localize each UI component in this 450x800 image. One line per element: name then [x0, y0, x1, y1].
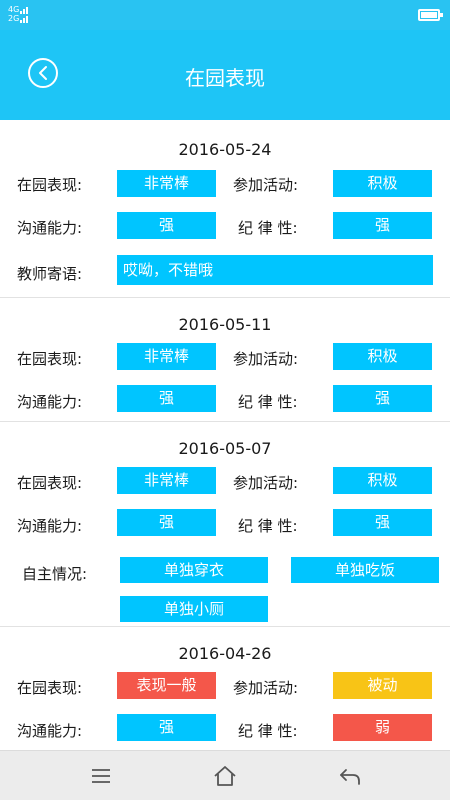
performance-label: 在园表现: [17, 350, 83, 368]
discipline-label: 纪 律 性: [238, 722, 298, 740]
activity-label: 参加活动: [233, 176, 299, 194]
discipline-label: 纪 律 性: [238, 517, 298, 535]
menu-button[interactable] [88, 763, 114, 789]
record-date: 2016-05-07 [178, 439, 272, 458]
discipline-tag: 强 [333, 385, 432, 412]
back-nav-button[interactable] [337, 763, 363, 789]
record-card: 2016-05-24 在园表现: 非常棒 参加活动: 积极 沟通能力: 强 纪 … [0, 120, 450, 298]
performance-tag: 非常棒 [117, 467, 216, 494]
record-date: 2016-05-11 [178, 315, 272, 334]
communication-label: 沟通能力: [17, 517, 83, 535]
activity-tag: 被动 [333, 672, 432, 699]
activity-label: 参加活动: [233, 474, 299, 492]
record-date: 2016-04-26 [178, 644, 272, 663]
discipline-tag: 强 [333, 212, 432, 239]
teacher-message-label: 教师寄语: [17, 265, 83, 283]
communication-tag: 强 [117, 212, 216, 239]
discipline-tag: 强 [333, 509, 432, 536]
activity-label: 参加活动: [233, 350, 299, 368]
status-bar: 4G 2G [0, 0, 450, 30]
network-type-4g: 4G [8, 5, 20, 14]
activity-tag: 积极 [333, 467, 432, 494]
menu-icon [92, 769, 110, 783]
records-list[interactable]: 2016-05-24 在园表现: 非常棒 参加活动: 积极 沟通能力: 强 纪 … [0, 120, 450, 750]
activity-tag: 积极 [333, 343, 432, 370]
network-type-2g: 2G [8, 14, 20, 23]
communication-label: 沟通能力: [17, 393, 83, 411]
system-nav-bar [0, 750, 450, 800]
home-icon [214, 766, 236, 786]
page-title: 在园表现 [185, 66, 265, 90]
communication-tag: 强 [117, 385, 216, 412]
independence-tag: 单独吃饭 [291, 557, 439, 583]
independence-label: 自主情况: [22, 565, 88, 583]
app-header: 在园表现 [0, 30, 450, 120]
signal-icon: 4G 2G [8, 5, 29, 23]
discipline-tag: 弱 [333, 714, 432, 741]
home-button[interactable] [212, 763, 238, 789]
performance-tag: 表现一般 [117, 672, 216, 699]
activity-tag: 积极 [333, 170, 432, 197]
communication-label: 沟通能力: [17, 722, 83, 740]
communication-label: 沟通能力: [17, 219, 83, 237]
independence-tag: 单独小厕 [120, 596, 268, 622]
record-card: 2016-04-26 在园表现: 表现一般 参加活动: 被动 沟通能力: 强 纪… [0, 627, 450, 750]
record-date: 2016-05-24 [178, 140, 272, 159]
discipline-label: 纪 律 性: [238, 219, 298, 237]
communication-tag: 强 [117, 714, 216, 741]
back-arrow-icon [340, 769, 360, 785]
teacher-message: 哎呦，不错哦 [117, 255, 433, 285]
performance-tag: 非常棒 [117, 343, 216, 370]
performance-label: 在园表现: [17, 474, 83, 492]
independence-tag: 单独穿衣 [120, 557, 268, 583]
record-card: 2016-05-11 在园表现: 非常棒 参加活动: 积极 沟通能力: 强 纪 … [0, 298, 450, 422]
record-card: 2016-05-07 在园表现: 非常棒 参加活动: 积极 沟通能力: 强 纪 … [0, 422, 450, 627]
battery-icon [418, 9, 443, 21]
communication-tag: 强 [117, 509, 216, 536]
performance-tag: 非常棒 [117, 170, 216, 197]
performance-label: 在园表现: [17, 679, 83, 697]
discipline-label: 纪 律 性: [238, 393, 298, 411]
activity-label: 参加活动: [233, 679, 299, 697]
performance-label: 在园表现: [17, 176, 83, 194]
